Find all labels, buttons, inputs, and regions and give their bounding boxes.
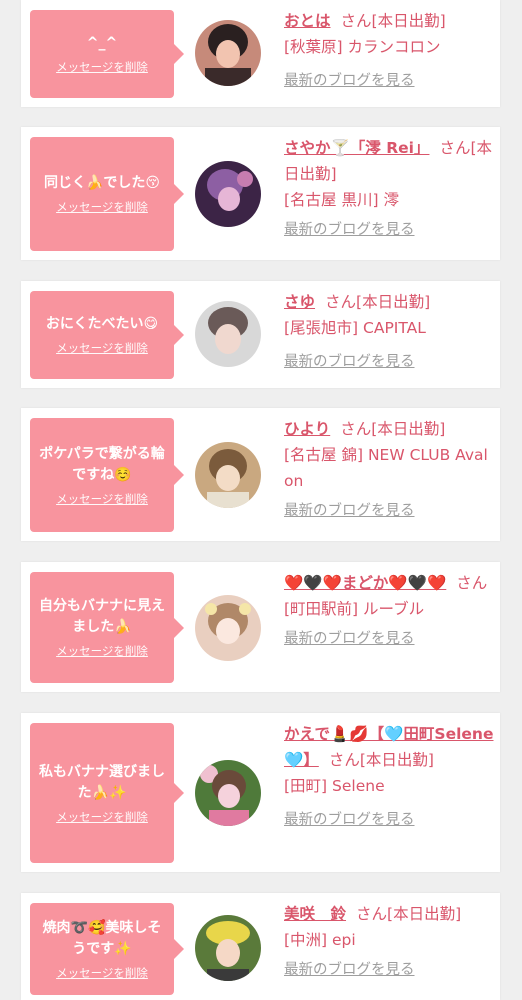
- shop-text: [町田駅前] ルーブル: [284, 600, 425, 618]
- cast-name-link[interactable]: ❤️🖤❤️まどか❤️🖤❤️: [284, 574, 446, 592]
- blog-link[interactable]: 最新のブログを見る: [284, 217, 496, 243]
- message-card: 焼肉➰🥰美味しそうです✨ メッセージを削除 美咲 鈴さん[本日出勤] [中洲] …: [21, 893, 500, 1000]
- honorific: さん: [340, 420, 372, 438]
- blog-link[interactable]: 最新のブログを見る: [284, 349, 496, 375]
- message-text: 焼肉➰🥰美味しそうです✨: [42, 919, 162, 957]
- blog-link[interactable]: 最新のブログを見る: [284, 68, 496, 94]
- blog-link[interactable]: 最新のブログを見る: [284, 957, 496, 983]
- cast-info: かえで💄💋【🩵田町Selene🩵】 さん[本日出勤] [田町] Selene 最新…: [284, 721, 496, 833]
- avatar[interactable]: [195, 161, 261, 227]
- message-bubble: 私もバナナ選びました🍌✨ メッセージを削除: [30, 723, 184, 863]
- honorific: さん: [325, 293, 357, 311]
- message-bubble: 同じく🍌でした😚 メッセージを削除: [30, 137, 184, 251]
- avatar[interactable]: [195, 595, 261, 661]
- message-card: 私もバナナ選びました🍌✨ メッセージを削除 かえで💄💋【🩵田町Selene🩵】さ…: [21, 713, 500, 872]
- message-text: 同じく🍌でした😚: [43, 175, 161, 191]
- delete-message-link[interactable]: メッセージを削除: [56, 810, 148, 825]
- cast-name-link[interactable]: 美咲 鈴: [284, 905, 346, 923]
- cast-info: ひより さん[本日出勤] [名古屋 錦] NEW CLUB Avalon 最新のブ…: [284, 416, 496, 524]
- message-bubble: おにくたべたい😋 メッセージを削除: [30, 291, 184, 379]
- avatar-image: [195, 20, 261, 86]
- message-text: 自分もバナナに見えました🍌: [39, 598, 165, 635]
- shop-text: [秋葉原] カランコロン: [284, 38, 441, 56]
- blog-link[interactable]: 最新のブログを見る: [284, 498, 496, 524]
- message-text: ^_^: [86, 35, 118, 51]
- delete-message-link[interactable]: メッセージを削除: [56, 966, 148, 981]
- cast-info: 美咲 鈴さん[本日出勤] [中洲] epi 最新のブログを見る: [284, 901, 496, 983]
- status-text: [本日出勤]: [356, 293, 431, 311]
- message-card: 自分もバナナに見えました🍌 メッセージを削除 ❤️🖤❤️まどか❤️🖤❤️ さん […: [21, 562, 500, 692]
- message-card: 同じく🍌でした😚 メッセージを削除 さやか🍸「澪 Rei」 さん[本日出勤] [名…: [21, 127, 500, 260]
- blog-link[interactable]: 最新のブログを見る: [284, 807, 496, 833]
- shop-text: [中洲] epi: [284, 931, 356, 949]
- shop-text: [名古屋 黒川] 澪: [284, 191, 399, 209]
- message-card: おにくたべたい😋 メッセージを削除 さゆ さん[本日出勤] [尾張旭市] CAPI…: [21, 281, 500, 388]
- avatar-image: [195, 915, 261, 981]
- honorific: さん: [456, 574, 488, 592]
- avatar-image: [195, 301, 261, 367]
- status-text: [本日出勤]: [371, 420, 446, 438]
- honorific: さん: [356, 905, 388, 923]
- message-text: ポケパラで繋がる輪ですね☺️: [39, 445, 165, 483]
- delete-message-link[interactable]: メッセージを削除: [56, 200, 148, 215]
- cast-info: さゆ さん[本日出勤] [尾張旭市] CAPITAL 最新のブログを見る: [284, 289, 496, 375]
- cast-info: ❤️🖤❤️まどか❤️🖤❤️ さん [町田駅前] ルーブル 最新のブログを見る: [284, 570, 496, 652]
- message-bubble: ポケパラで繋がる輪ですね☺️ メッセージを削除: [30, 418, 184, 532]
- cast-name-link[interactable]: さやか🍸「澪 Rei」: [284, 139, 429, 157]
- avatar[interactable]: [195, 760, 261, 826]
- avatar-image: [195, 760, 261, 826]
- avatar[interactable]: [195, 20, 261, 86]
- message-card: ^_^ メッセージを削除 おとは さん[本日出勤] [秋葉原] カランコロン 最新…: [21, 0, 500, 107]
- message-card: ポケパラで繋がる輪ですね☺️ メッセージを削除 ひより さん[本日出勤] [名古屋…: [21, 408, 500, 541]
- blog-link[interactable]: 最新のブログを見る: [284, 626, 496, 652]
- cast-name-link[interactable]: ひより: [284, 420, 330, 438]
- message-bubble: 焼肉➰🥰美味しそうです✨ メッセージを削除: [30, 903, 184, 995]
- status-text: [本日出勤]: [387, 905, 462, 923]
- avatar[interactable]: [195, 442, 261, 508]
- cast-info: さやか🍸「澪 Rei」 さん[本日出勤] [名古屋 黒川] 澪 最新のブログを見る: [284, 135, 496, 243]
- shop-text: [尾張旭市] CAPITAL: [284, 319, 426, 337]
- delete-message-link[interactable]: メッセージを削除: [56, 60, 148, 75]
- delete-message-link[interactable]: メッセージを削除: [56, 341, 148, 356]
- avatar-image: [195, 161, 261, 227]
- avatar-image: [195, 595, 261, 661]
- avatar-image: [195, 442, 261, 508]
- status-text: [本日出勤]: [359, 751, 434, 769]
- message-bubble: 自分もバナナに見えました🍌 メッセージを削除: [30, 572, 184, 683]
- status-text: [本日出勤]: [371, 12, 446, 30]
- message-bubble: ^_^ メッセージを削除: [30, 10, 184, 98]
- cast-info: おとは さん[本日出勤] [秋葉原] カランコロン 最新のブログを見る: [284, 8, 496, 94]
- cast-name-link[interactable]: さゆ: [284, 293, 315, 311]
- message-text: 私もバナナ選びました🍌✨: [39, 763, 165, 801]
- avatar[interactable]: [195, 915, 261, 981]
- delete-message-link[interactable]: メッセージを削除: [56, 644, 148, 659]
- delete-message-link[interactable]: メッセージを削除: [56, 492, 148, 507]
- shop-text: [田町] Selene: [284, 777, 385, 795]
- honorific: さん: [439, 139, 471, 157]
- message-text: おにくたべたい😋: [45, 316, 159, 332]
- cast-name-link[interactable]: おとは: [284, 12, 331, 30]
- honorific: さん: [340, 12, 372, 30]
- avatar[interactable]: [195, 301, 261, 367]
- shop-text: [名古屋 錦] NEW CLUB Avalon: [284, 446, 488, 490]
- honorific: さん: [328, 751, 360, 769]
